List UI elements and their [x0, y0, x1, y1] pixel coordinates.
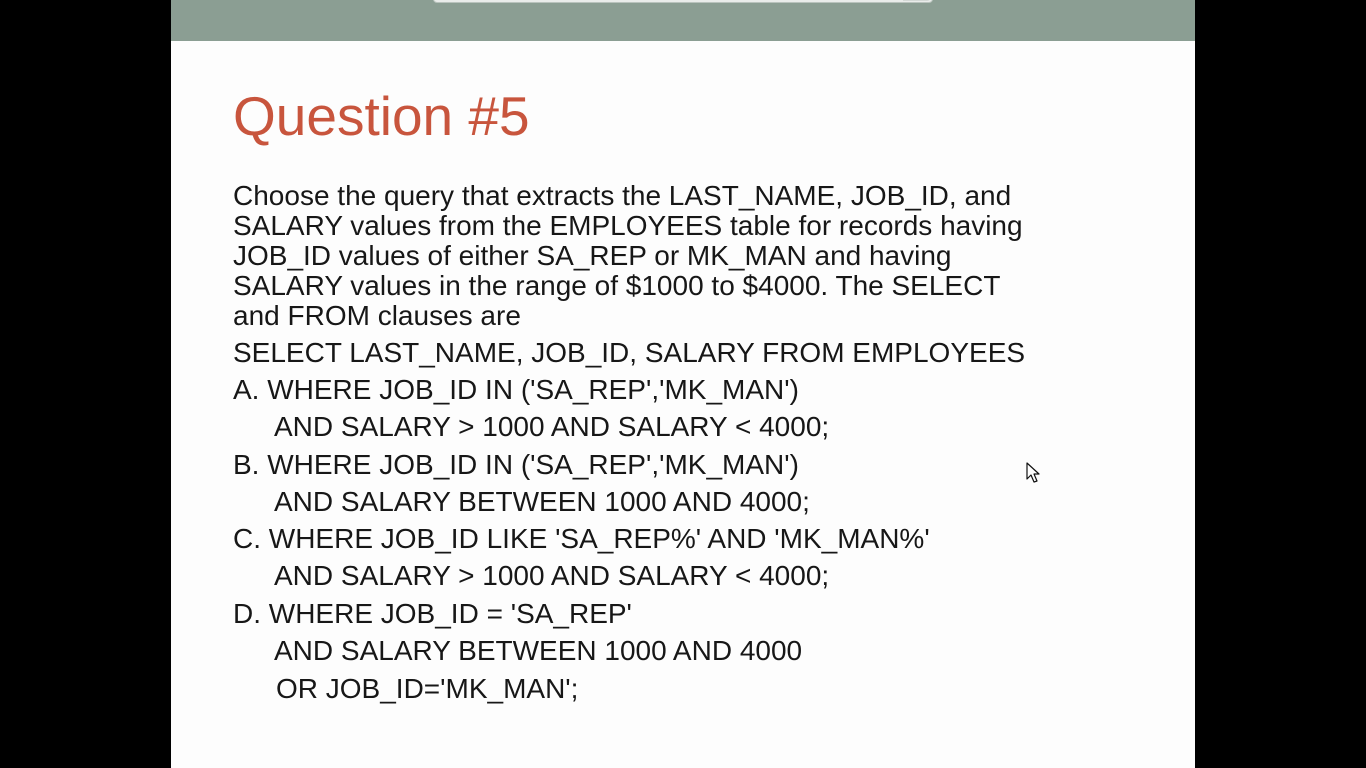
option-a-line-1: A. WHERE JOB_ID IN ('SA_REP','MK_MAN') [233, 374, 799, 405]
option-b-line-1: B. WHERE JOB_ID IN ('SA_REP','MK_MAN') [233, 449, 799, 480]
option-c-line-1: C. WHERE JOB_ID LIKE 'SA_REP%' AND 'MK_M… [233, 523, 930, 554]
option-a-line-2: AND SALARY > 1000 AND SALARY < 4000; [274, 411, 830, 442]
prompt-line: Choose the query that extracts the LAST_… [233, 180, 1012, 211]
option-d-line-2: AND SALARY BETWEEN 1000 AND 4000 [274, 635, 803, 666]
option-d-line-3: OR JOB_ID='MK_MAN'; [276, 673, 579, 704]
option-c-line-2: AND SALARY > 1000 AND SALARY < 4000; [274, 560, 830, 591]
slide: Question #5 Choose the query that extrac… [171, 0, 1195, 768]
option-b-line-2: AND SALARY BETWEEN 1000 AND 4000; [274, 486, 810, 517]
mouse-pointer-icon [1026, 462, 1040, 483]
prompt-line: JOB_ID values of either SA_REP or MK_MAN… [233, 240, 952, 271]
option-d-line-1: D. WHERE JOB_ID = 'SA_REP' [233, 598, 632, 629]
top-toolbar-bar [433, 0, 933, 3]
top-toolbar-bar-end [903, 0, 931, 1]
slide-title: Question #5 [233, 85, 530, 147]
top-header-band [171, 0, 1195, 41]
prompt-line: and FROM clauses are [233, 300, 521, 331]
question-prompt: Choose the query that extracts the LAST_… [233, 181, 1173, 331]
prompt-line: SALARY values in the range of $1000 to $… [233, 270, 1001, 301]
select-clause-line: SELECT LAST_NAME, JOB_ID, SALARY FROM EM… [233, 337, 1026, 368]
prompt-line: SALARY values from the EMPLOYEES table f… [233, 210, 1023, 241]
